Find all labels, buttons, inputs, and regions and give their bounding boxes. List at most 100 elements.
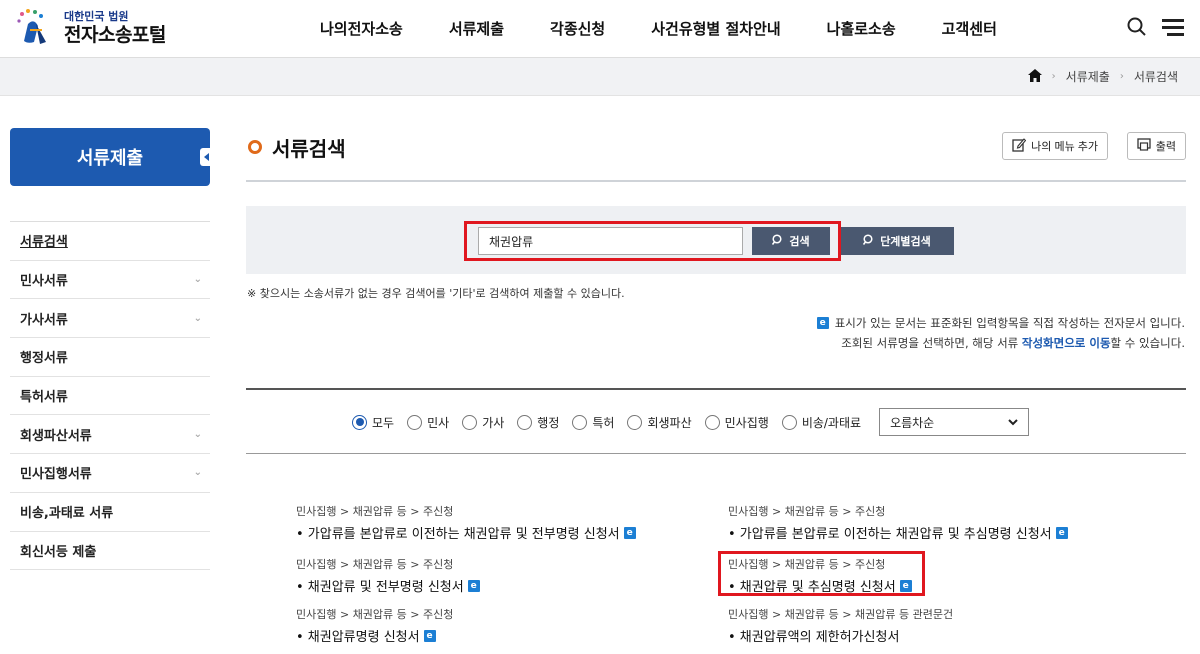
radio-bankruptcy[interactable]: 회생파산 [627, 414, 692, 431]
breadcrumb: › 서류제출 › 서류검색 [1027, 68, 1178, 85]
result-item[interactable]: 민사집행 > 채권압류 등 > 주신청 • 채권압류명령 신청서 e [296, 606, 453, 645]
radio-button[interactable] [572, 414, 588, 430]
chevron-down-icon: ⌄ [193, 428, 202, 440]
sidebar-item-non-contentious[interactable]: 비송,과태료 서류 [10, 493, 210, 532]
chevron-down-icon: ⌄ [193, 312, 202, 324]
select-info: 조회된 서류명을 선택하면, 해당 서류 작성화면으로 이동할 수 있습니다. [841, 335, 1185, 351]
title-bullet-icon [248, 140, 262, 154]
breadcrumb-bar: › 서류제출 › 서류검색 [0, 58, 1200, 96]
search-icon[interactable] [1126, 16, 1148, 42]
radio-button[interactable] [704, 414, 720, 430]
result-item[interactable]: 민사집행 > 채권압류 등 > 주신청 • 가압류를 본압류로 이전하는 채권압… [296, 503, 636, 542]
nav-my-esuit[interactable]: 나의전자소송 [320, 18, 403, 39]
nav-self-litigation[interactable]: 나홀로소송 [827, 18, 896, 39]
radio-label: 민사 [427, 415, 450, 430]
step-search-button[interactable]: 단계별검색 [840, 227, 954, 255]
radio-label: 비송/과태료 [801, 415, 862, 430]
sidebar-item-patent[interactable]: 특허서류 [10, 377, 210, 416]
radio-button[interactable] [407, 414, 423, 430]
radio-button[interactable] [352, 414, 367, 430]
sidebar-title: 서류제출 [10, 128, 214, 186]
e-document-icon: e [1055, 526, 1068, 539]
result-doc-title[interactable]: • 채권압류 및 전부명령 신청서 [296, 576, 464, 595]
print-icon [1137, 138, 1151, 154]
e-document-info-text: 표시가 있는 문서는 표준화된 입력항목을 직접 작성하는 전자문서 입니다. [834, 316, 1185, 330]
print-label: 출력 [1155, 141, 1176, 153]
search-notice: ※ 찾으시는 소송서류가 없는 경우 검색어를 '기타'로 검색하여 제출할 수… [247, 287, 625, 300]
home-icon[interactable] [1027, 68, 1042, 85]
sidebar-item-document-search[interactable]: 서류검색 [10, 222, 210, 261]
select-info-text-end: 할 수 있습니다. [1110, 336, 1185, 350]
divider [246, 388, 1186, 390]
sidebar-item-label: 민사서류 [20, 274, 68, 290]
result-path: 민사집행 > 채권압류 등 > 주신청 [296, 505, 454, 518]
chevron-down-icon [1008, 415, 1018, 429]
radio-label: 행정 [537, 415, 560, 430]
radio-button[interactable] [781, 414, 797, 430]
radio-button[interactable] [627, 414, 643, 430]
sort-select[interactable]: 오름차순 [879, 408, 1030, 436]
site-header: 대한민국 법원 전자소송포털 나의전자소송 서류제출 각종신청 사건유형별 절차… [0, 0, 1200, 58]
breadcrumb-item[interactable]: 서류검색 [1134, 68, 1178, 85]
logo-title: 전자소송포털 [64, 24, 166, 46]
highlight-frame [464, 221, 841, 261]
nav-document-submit[interactable]: 서류제출 [449, 18, 504, 39]
result-path: 민사집행 > 채권압류 등 > 채권압류 등 관련문건 [728, 608, 954, 621]
result-path: 민사집행 > 채권압류 등 > 주신청 [296, 558, 454, 571]
e-document-icon: e [467, 579, 480, 592]
radio-non-contentious[interactable]: 비송/과태료 [781, 414, 862, 431]
result-doc-title[interactable]: • 가압류를 본압류로 이전하는 채권압류 및 전부명령 신청서 [296, 523, 620, 542]
select-info-text: 조회된 서류명을 선택하면, 해당 서류 [841, 336, 1022, 350]
radio-all[interactable]: 모두 [352, 414, 394, 431]
court-logo-icon [14, 8, 60, 48]
result-path: 민사집행 > 채권압류 등 > 주신청 [728, 505, 886, 518]
sidebar-title-text: 서류제출 [76, 148, 144, 169]
sidebar-collapse-icon[interactable] [200, 148, 214, 166]
radio-administrative[interactable]: 행정 [517, 414, 559, 431]
breadcrumb-separator-icon: › [1051, 71, 1056, 82]
e-document-icon: e [623, 526, 636, 539]
sidebar-item-civil-execution[interactable]: 민사집행서류 ⌄ [10, 454, 210, 493]
radio-button[interactable] [462, 414, 478, 430]
e-document-icon: e [816, 317, 829, 329]
add-my-menu-button[interactable]: 나의 메뉴 추가 [1002, 132, 1108, 160]
sidebar-item-reply-submit[interactable]: 회신서등 제출 [10, 532, 210, 571]
logo-subtitle: 대한민국 법원 [64, 10, 129, 23]
radio-button[interactable] [517, 414, 533, 430]
sidebar-item-label: 민사집행서류 [20, 467, 92, 483]
radio-civil[interactable]: 민사 [407, 414, 449, 431]
sort-select-value: 오름차순 [890, 415, 935, 430]
divider [246, 453, 1186, 454]
search-icon [863, 233, 875, 249]
result-item[interactable]: 민사집행 > 채권압류 등 > 채권압류 등 관련문건 • 채권압류액의 제한허… [728, 606, 953, 645]
sidebar-item-bankruptcy[interactable]: 회생파산서류 ⌄ [10, 415, 210, 455]
sidebar-item-label: 행정서류 [20, 351, 68, 367]
radio-family[interactable]: 가사 [462, 414, 504, 431]
nav-applications[interactable]: 각종신청 [550, 18, 605, 39]
radio-label: 민사집행 [724, 415, 769, 430]
chevron-down-icon: ⌄ [193, 467, 202, 479]
sidebar-item-administrative[interactable]: 행정서류 [10, 338, 210, 377]
result-doc-title[interactable]: • 가압류를 본압류로 이전하는 채권압류 및 추심명령 신청서 [728, 523, 1052, 542]
sidebar-menu: 서류검색 민사서류 ⌄ 가사서류 ⌄ 행정서류 특허서류 회생파산서류 ⌄ 민사집행서… [10, 221, 210, 571]
breadcrumb-separator-icon: › [1119, 71, 1124, 82]
nav-customer-center[interactable]: 고객센터 [942, 18, 997, 39]
hamburger-menu-icon[interactable] [1162, 18, 1184, 40]
result-item[interactable]: 민사집행 > 채권압류 등 > 주신청 • 가압류를 본압류로 이전하는 채권압… [728, 503, 1068, 542]
sidebar-item-label: 특허서류 [20, 390, 68, 406]
sidebar-item-civil[interactable]: 민사서류 ⌄ [10, 261, 210, 300]
sidebar-item-label: 회신서등 제출 [20, 544, 97, 560]
print-button[interactable]: 출력 [1126, 132, 1186, 160]
radio-label: 특허 [592, 415, 615, 430]
result-path: 민사집행 > 채권압류 등 > 주신청 [296, 608, 454, 621]
result-doc-title[interactable]: • 채권압류명령 신청서 [296, 626, 420, 645]
sidebar-item-family[interactable]: 가사서류 ⌄ [10, 299, 210, 339]
radio-patent[interactable]: 특허 [572, 414, 614, 431]
site-logo[interactable]: 대한민국 법원 전자소송포털 [14, 6, 194, 50]
breadcrumb-item[interactable]: 서류제출 [1066, 68, 1110, 85]
result-doc-title[interactable]: • 채권압류액의 제한허가신청서 [728, 626, 899, 645]
result-item[interactable]: 민사집행 > 채권압류 등 > 주신청 • 채권압류 및 전부명령 신청서 e [296, 556, 480, 595]
chevron-down-icon: ⌄ [193, 274, 202, 286]
radio-civil-execution[interactable]: 민사집행 [704, 414, 769, 431]
nav-procedure-guide[interactable]: 사건유형별 절차안내 [651, 18, 780, 39]
